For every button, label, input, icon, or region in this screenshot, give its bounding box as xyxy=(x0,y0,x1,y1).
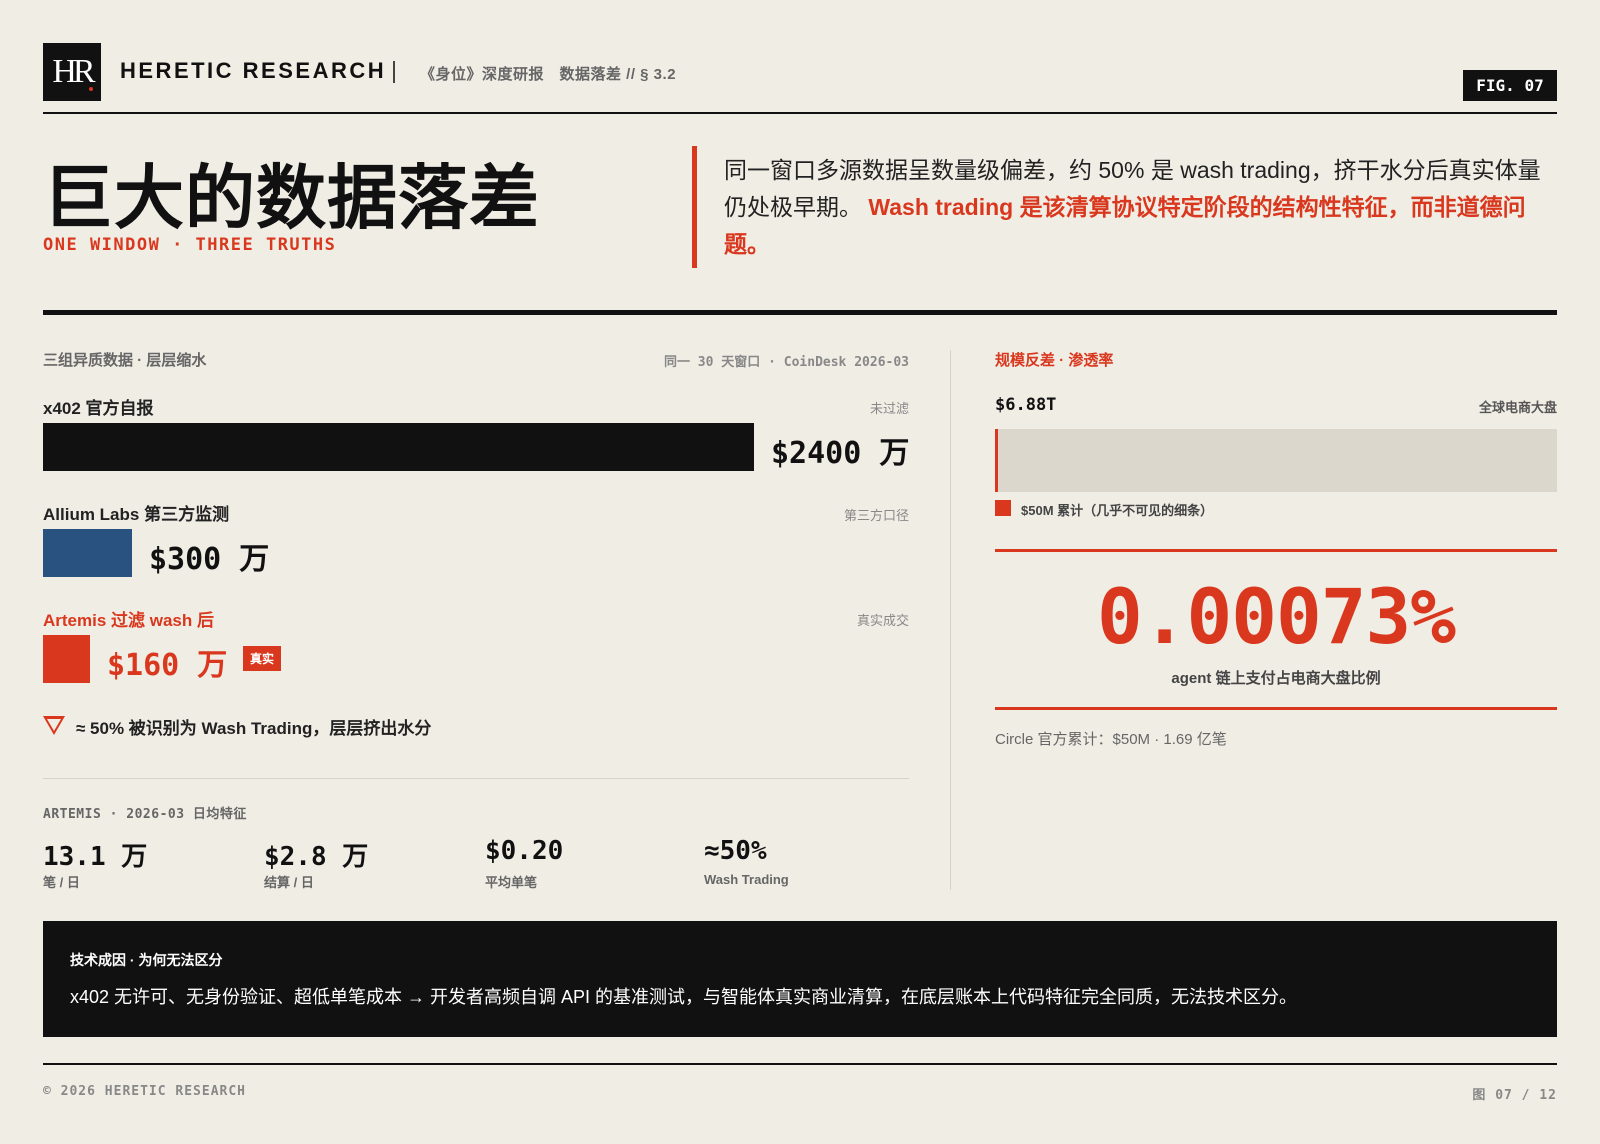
left-divider xyxy=(43,778,909,779)
stat-label-tx: 笔 / 日 xyxy=(43,875,80,890)
section-rule xyxy=(43,310,1557,315)
stat-label-avg: 平均单笔 xyxy=(485,875,538,890)
lead-paragraph: 同一窗口多源数据呈数量级偏差，约 50% 是 wash trading，挤干水分… xyxy=(724,152,1554,263)
footer-page: 图 07 / 12 xyxy=(1472,1088,1557,1103)
stat-label-wash: Wash Trading xyxy=(704,872,789,887)
bar-artemis xyxy=(43,635,90,683)
bar-value-official: $2400 万 xyxy=(771,436,910,471)
lead-accent-bar xyxy=(692,146,697,268)
stat-value-avg: $0.20 xyxy=(485,836,564,866)
bar-label-official: x402 官方自报 xyxy=(43,399,154,418)
circle-note: Circle 官方累计：$50M · 1.69 亿笔 xyxy=(995,731,1227,748)
bar-tag-allium: 第三方口径 xyxy=(843,508,909,523)
figure-label: FIG. 07 xyxy=(1463,70,1557,101)
share-percentage: 0.00073% xyxy=(1096,572,1456,661)
callout-box xyxy=(43,921,1557,1037)
bar-value-artemis: $160 万 xyxy=(107,648,228,683)
share-rule-top xyxy=(995,549,1557,552)
callout-text: x402 无许可、无身份验证、超低单笔成本 → 开发者高频自调 API 的基准测… xyxy=(70,987,1298,1007)
bar-value-allium: $300 万 xyxy=(149,542,270,577)
agent-share-sliver xyxy=(995,429,998,492)
column-divider xyxy=(950,350,951,890)
market-total-value: $6.88T xyxy=(995,395,1057,415)
source-label: 同一 30 天窗口 · CoinDesk 2026-03 xyxy=(663,355,909,370)
brand-divider xyxy=(393,61,395,83)
bar-tag-artemis: 真实成交 xyxy=(856,613,909,628)
real-badge: 真实 xyxy=(243,646,282,671)
market-total-tag: 全球电商大盘 xyxy=(1478,400,1557,415)
page-subtitle: ONE WINDOW · THREE TRUTHS xyxy=(43,235,337,255)
bar-tag-official: 未过滤 xyxy=(869,401,909,416)
market-bar xyxy=(995,429,1557,492)
header-rule xyxy=(43,112,1557,114)
bar-label-artemis: Artemis 过滤 wash 后 xyxy=(43,611,214,630)
bar-official xyxy=(43,423,754,471)
right-section-label: 规模反差 · 渗透率 xyxy=(995,352,1114,369)
legend-swatch xyxy=(995,500,1011,516)
legend-text: $50M 累计（几乎不可见的细条） xyxy=(1021,503,1214,518)
stats-header: ARTEMIS · 2026-03 日均特征 xyxy=(43,807,247,822)
page-title: 巨大的数据落差 xyxy=(43,159,540,237)
brand-name: HERETIC RESEARCH xyxy=(120,58,387,83)
callout-label: 技术成因 · 为何无法区分 xyxy=(70,952,223,968)
footer-copyright: © 2026 HERETIC RESEARCH xyxy=(43,1084,247,1099)
bar-label-allium: Allium Labs 第三方监测 xyxy=(43,505,230,524)
stat-value-settle: $2.8 万 xyxy=(264,842,369,872)
wash-note: ≈ 50% 被识别为 Wash Trading，层层挤出水分 xyxy=(76,719,432,738)
stat-value-wash: ≈50% xyxy=(704,836,767,866)
bar-allium xyxy=(43,529,132,577)
footer-rule xyxy=(43,1063,1557,1065)
left-section-label: 三组异质数据 · 层层缩水 xyxy=(43,352,207,369)
stat-value-tx: 13.1 万 xyxy=(43,842,148,872)
logo: HR xyxy=(43,43,101,101)
stat-label-settle: 结算 / 日 xyxy=(264,875,314,890)
share-rule-bottom xyxy=(995,707,1557,710)
share-label: agent 链上支付占电商大盘比例 xyxy=(1171,670,1381,687)
breadcrumb: 《身位》深度研报 数据落差 // § 3.2 xyxy=(420,66,677,83)
